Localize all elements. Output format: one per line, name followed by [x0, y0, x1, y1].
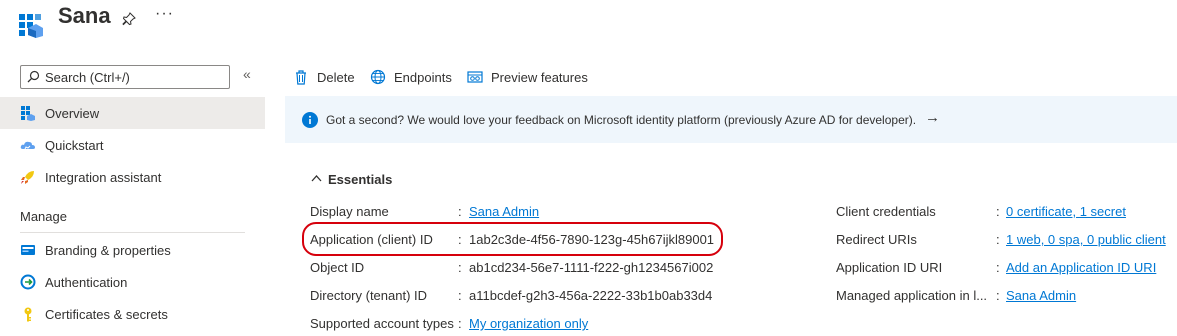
- more-options-button[interactable]: ···: [155, 5, 174, 23]
- section-divider: [20, 232, 245, 233]
- manage-section-title: Manage: [20, 209, 67, 224]
- rocket-icon: [21, 171, 34, 184]
- sidebar: « Overview Quickstart Integration assist…: [0, 60, 265, 336]
- sidebar-item-branding[interactable]: Branding & properties: [0, 234, 265, 266]
- trash-icon: [296, 70, 306, 85]
- search-box[interactable]: [20, 65, 230, 89]
- managed-application-label: Managed application in l...: [836, 288, 988, 303]
- banner-text: Got a second? We would love your feedbac…: [326, 113, 917, 127]
- sidebar-item-certificates-secrets[interactable]: Certificates & secrets: [0, 298, 265, 330]
- sidebar-item-overview[interactable]: Overview: [0, 97, 265, 129]
- blade-header: Sana ···: [0, 0, 1177, 50]
- page-title: Sana: [58, 3, 111, 28]
- display-name-label: Display name: [310, 204, 389, 219]
- preview-features-label: Preview features: [491, 70, 588, 85]
- pin-icon[interactable]: [122, 12, 136, 26]
- sidebar-item-label: Quickstart: [45, 138, 104, 153]
- application-id-uri-link[interactable]: Add an Application ID URI: [1006, 260, 1156, 275]
- directory-id-value: a11bcdef-g2h3-456a-2222-33b1b0ab33d4: [469, 288, 713, 303]
- sidebar-item-label: Overview: [45, 106, 100, 121]
- endpoints-label: Endpoints: [394, 70, 452, 85]
- sidebar-item-integration-assistant[interactable]: Integration assistant: [0, 161, 265, 193]
- globe-icon: [370, 69, 386, 85]
- preview-features-icon: [467, 71, 483, 83]
- object-id-value: ab1cd234-56e7-1111-f222-gh1234567i002: [469, 260, 714, 275]
- sidebar-item-label: Authentication: [45, 275, 128, 290]
- search-icon: [27, 70, 40, 83]
- quickstart-cloud-icon: [20, 141, 35, 150]
- sidebar-item-label: Certificates & secrets: [45, 307, 168, 322]
- object-id-label: Object ID: [310, 260, 365, 275]
- info-icon: [302, 112, 318, 128]
- managed-application-link[interactable]: Sana Admin: [1006, 288, 1076, 303]
- sidebar-item-authentication[interactable]: Authentication: [0, 266, 265, 298]
- key-icon: [24, 307, 32, 322]
- authentication-icon: [20, 274, 36, 290]
- collapse-sidebar-button[interactable]: «: [243, 66, 251, 82]
- sidebar-item-label: Branding & properties: [45, 243, 171, 258]
- application-id-highlight: [302, 222, 723, 256]
- overview-icon: [21, 106, 35, 121]
- branding-icon: [21, 245, 35, 255]
- client-credentials-label: Client credentials: [836, 204, 936, 219]
- sidebar-item-label: Integration assistant: [45, 170, 162, 185]
- sidebar-item-quickstart[interactable]: Quickstart: [0, 129, 265, 161]
- supported-account-types-label: Supported account types: [310, 316, 454, 331]
- app-registration-icon: [19, 14, 43, 38]
- application-id-uri-label: Application ID URI: [836, 260, 943, 275]
- feedback-banner: Got a second? We would love your feedbac…: [285, 96, 1177, 143]
- directory-id-label: Directory (tenant) ID: [310, 288, 428, 303]
- redirect-uris-link[interactable]: 1 web, 0 spa, 0 public client: [1006, 232, 1166, 247]
- delete-label: Delete: [317, 70, 355, 85]
- client-credentials-link[interactable]: 0 certificate, 1 secret: [1006, 204, 1126, 219]
- chevron-up-icon: [311, 175, 322, 182]
- search-input[interactable]: [45, 68, 225, 86]
- display-name-link[interactable]: Sana Admin: [469, 204, 539, 219]
- redirect-uris-label: Redirect URIs: [836, 232, 917, 247]
- essentials-label: Essentials: [328, 172, 393, 187]
- supported-account-types-link[interactable]: My organization only: [469, 316, 588, 331]
- arrow-right-icon[interactable]: →: [925, 109, 940, 126]
